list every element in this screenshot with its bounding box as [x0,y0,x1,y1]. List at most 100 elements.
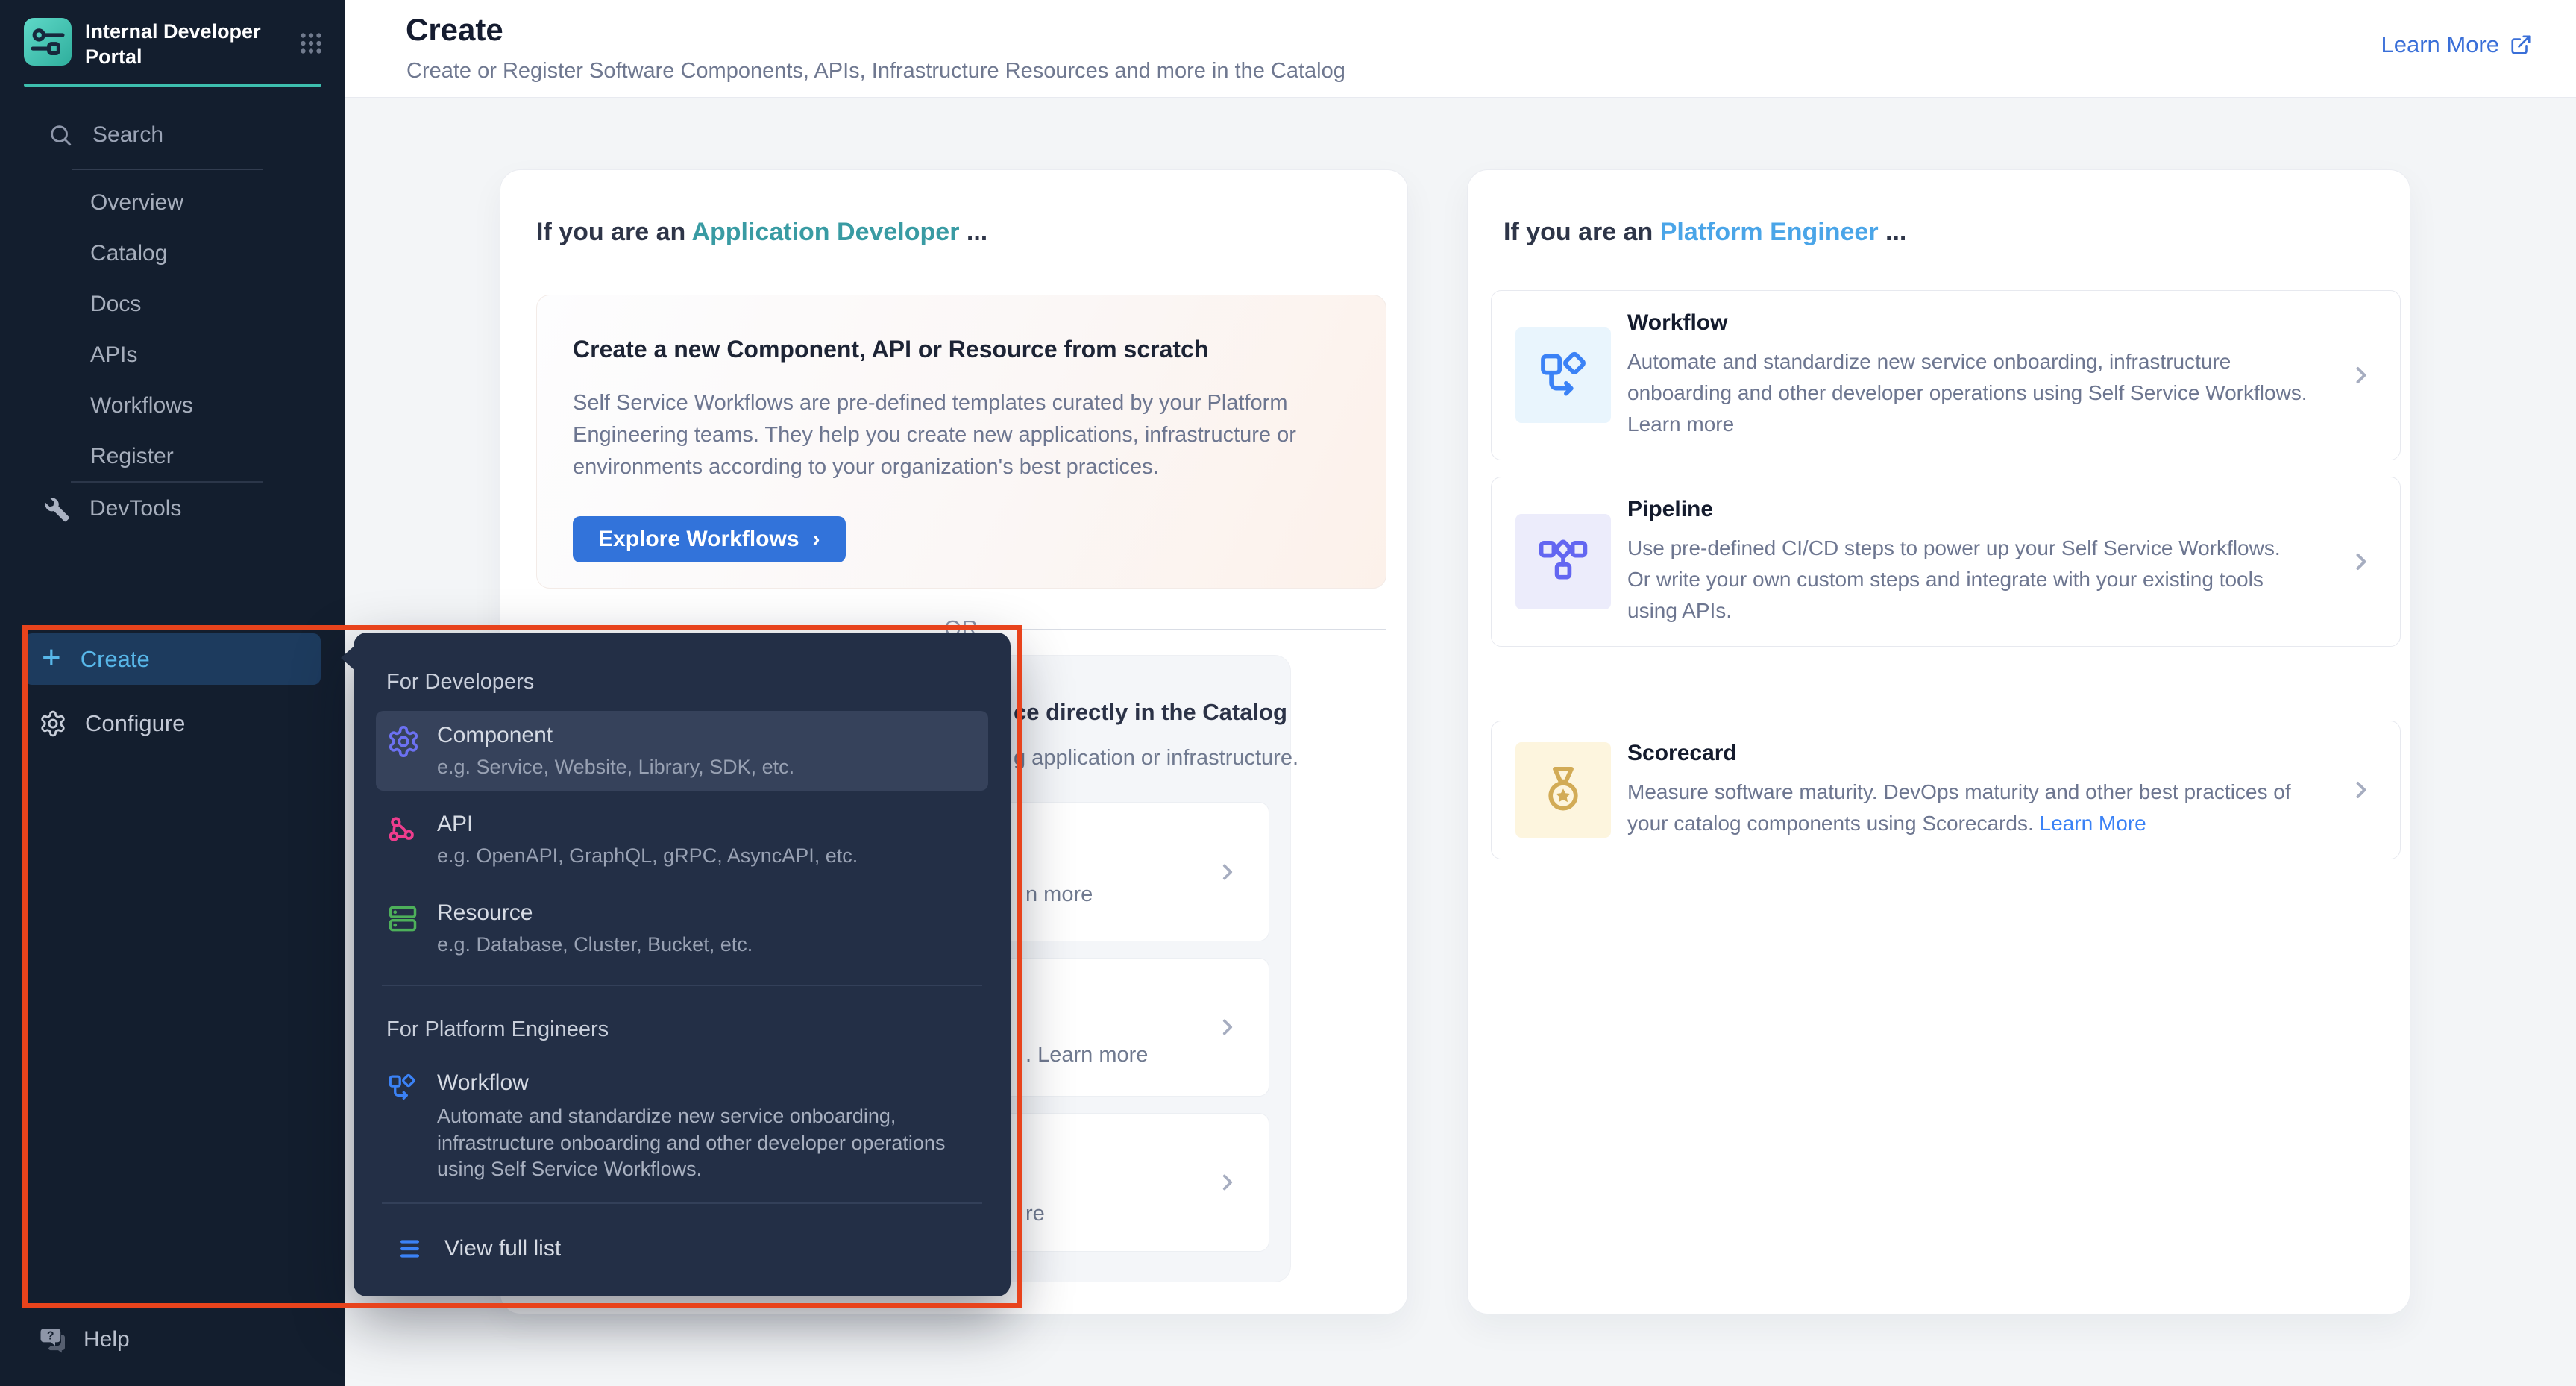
search-icon [48,122,73,148]
card-title-suffix: ... [1879,218,1907,246]
sidebar-item-docs[interactable]: Docs [0,279,345,330]
chevron-right-icon: › [813,527,820,552]
flyout-item-body: API e.g. OpenAPI, GraphQL, gRPC, AsyncAP… [437,812,858,868]
sidebar-item-overview[interactable]: Overview [0,178,345,228]
row-body: Pipeline Use pre-defined CI/CD steps to … [1627,497,2333,627]
search-placeholder: Search [92,122,163,148]
search-underline [72,169,263,170]
view-full-list-label: View full list [444,1236,561,1261]
flyout-item-workflow[interactable]: Workflow Automate and standardize new se… [376,1059,988,1195]
card-title-prefix: If you are an [536,218,691,246]
chevron-right-icon [1215,1015,1240,1040]
chevron-right-icon [1215,1170,1240,1195]
learn-more-link[interactable]: Learn More [2381,31,2532,58]
flyout-item-title: Resource [437,900,753,926]
flyout-item-title: Workflow [437,1070,959,1096]
sidebar-nav: Overview Catalog Docs APIs Workflows Reg… [0,178,345,482]
divider-line [536,629,926,630]
sidebar-item-apis[interactable]: APIs [0,330,345,380]
flyout-item-title: API [437,812,858,837]
row-description-text: Measure software maturity. DevOps maturi… [1627,780,2291,835]
row-title: Scorecard [1627,741,2333,766]
workflow-icon [1515,327,1611,423]
sidebar-item-register[interactable]: Register [0,431,345,482]
flyout-item-api[interactable]: API e.g. OpenAPI, GraphQL, gRPC, AsyncAP… [376,800,988,879]
card-title-prefix: If you are an [1504,218,1660,246]
pipeline-row[interactable]: Pipeline Use pre-defined CI/CD steps to … [1491,477,2401,647]
learn-more-label: Learn More [2381,31,2499,58]
app-logo[interactable]: Internal Developer Portal [24,18,286,70]
component-gear-icon [386,723,421,779]
platform-rows: Workflow Automate and standardize new se… [1491,290,2401,859]
sidebar-item-help[interactable]: ? Help [39,1325,130,1355]
wrench-icon [43,495,70,522]
row-text-fragment: re [1025,1202,1045,1226]
row-title: Pipeline [1627,497,2333,522]
flyout-item-body: Workflow Automate and standardize new se… [437,1070,959,1183]
sidebar-item-workflows[interactable]: Workflows [0,380,345,431]
flyout-item-resource[interactable]: Resource e.g. Database, Cluster, Bucket,… [376,888,988,968]
page-subtitle: Create or Register Software Components, … [406,59,1345,84]
row-description: Use pre-defined CI/CD steps to power up … [1627,533,2308,627]
card-title: If you are an Platform Engineer ... [1504,218,1906,247]
sidebar-item-devtools[interactable]: DevTools [43,486,181,531]
flyout-divider [382,1202,982,1204]
flyout-item-body: Component e.g. Service, Website, Library… [437,723,794,779]
help-chat-icon: ? [39,1325,69,1355]
flyout-item-title: Component [437,723,794,748]
sidebar-item-label: Configure [85,710,185,737]
flyout-item-subtitle: e.g. OpenAPI, GraphQL, gRPC, AsyncAPI, e… [437,844,858,868]
sidebar-item-label: DevTools [89,496,181,521]
flyout-section-platform: For Platform Engineers [386,1017,978,1042]
plus-icon: + [42,642,61,674]
chevron-right-icon [2348,777,2375,803]
explore-workflows-button[interactable]: Explore Workflows › [573,516,846,562]
app-title: Internal Developer Portal [85,18,286,70]
scorecard-row[interactable]: Scorecard Measure software maturity. Dev… [1491,721,2401,859]
list-icon [397,1234,427,1264]
gear-icon [39,709,67,738]
scratch-body: Self Service Workflows are pre-defined t… [573,387,1350,483]
api-nodes-icon [386,812,421,868]
flyout-divider [382,985,982,986]
sidebar-item-create[interactable]: + Create [25,633,321,685]
sidebar: Internal Developer Portal Search Overvie… [0,0,345,1386]
explore-workflows-label: Explore Workflows [598,527,799,552]
platform-engineer-card: If you are an Platform Engineer ... Work… [1467,169,2410,1314]
sidebar-divider [71,481,263,483]
row-body: Scorecard Measure software maturity. Dev… [1627,741,2333,839]
workflow-row[interactable]: Workflow Automate and standardize new se… [1491,290,2401,460]
portal-logo-icon [24,18,72,66]
card-title: If you are an Application Developer ... [536,218,987,247]
pipeline-icon [1515,514,1611,609]
external-link-icon [2510,34,2532,56]
sidebar-item-label: Create [81,646,150,673]
apps-grid-icon[interactable] [298,30,324,57]
flyout-item-subtitle: e.g. Database, Cluster, Bucket, etc. [437,933,753,956]
create-flyout-menu: For Developers Component e.g. Service, W… [354,633,1011,1296]
search-input[interactable]: Search [48,122,163,148]
scratch-title: Create a new Component, API or Resource … [573,336,1350,363]
sidebar-item-configure[interactable]: Configure [25,697,321,749]
sidebar-item-label: Help [84,1327,130,1352]
flyout-item-component[interactable]: Component e.g. Service, Website, Library… [376,711,988,791]
card-title-suffix: ... [959,218,987,246]
panel-title-fragment: ce directly in the Catalog [1014,699,1287,726]
row-text-fragment: n more [1025,882,1093,907]
page-header: Create Create or Register Software Compo… [345,0,2576,98]
row-title: Workflow [1627,310,2333,336]
flyout-section-developers: For Developers [386,670,978,694]
database-stack-icon [386,900,421,956]
chevron-right-icon [1215,859,1240,885]
sidebar-item-catalog[interactable]: Catalog [0,228,345,279]
flyout-item-subtitle: e.g. Service, Website, Library, SDK, etc… [437,756,794,779]
flyout-item-description: Automate and standardize new service onb… [437,1103,959,1183]
view-full-list-button[interactable]: View full list [386,1223,978,1274]
svg-text:?: ? [47,1329,54,1342]
panel-subtitle-fragment: g application or infrastructure. [1014,746,1298,771]
learn-more-link[interactable]: Learn More [2040,812,2146,835]
page-title: Create [406,12,503,48]
flyout-item-body: Resource e.g. Database, Cluster, Bucket,… [437,900,753,956]
card-title-accent: Platform Engineer [1660,218,1879,246]
workflow-icon [386,1070,421,1183]
